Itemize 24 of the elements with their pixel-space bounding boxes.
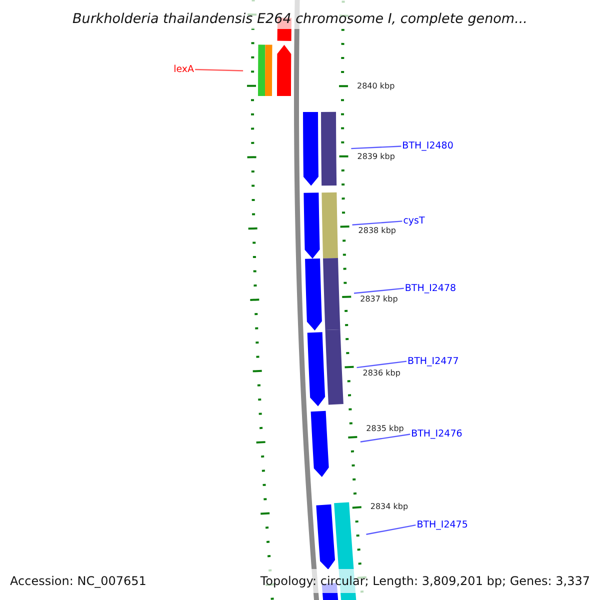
leader-line — [356, 360, 407, 368]
gene-label: lexA — [174, 64, 194, 75]
leader-line — [354, 288, 404, 294]
leader-line — [195, 68, 244, 72]
scale-label: 2837 kbp — [360, 294, 398, 304]
scale-label: 2840 kbp — [357, 82, 395, 91]
scale-label: 2835 kbp — [366, 424, 404, 434]
gene-label: cysT — [403, 216, 425, 227]
scale-label: 2838 kbp — [358, 226, 396, 236]
scale-label: 2834 kbp — [370, 502, 408, 512]
gene-label: BTH_I2477 — [408, 356, 459, 367]
leader-line — [352, 220, 402, 226]
gene-label: BTH_I2475 — [416, 520, 468, 531]
gene-label: BTH_I2480 — [402, 140, 454, 152]
gene-label: BTH_I2478 — [404, 282, 456, 294]
accession-text: Accession: NC_007651 — [10, 574, 146, 588]
scale-label: 2839 kbp — [357, 152, 395, 161]
gene-label: BTH_I2476 — [411, 428, 462, 440]
leader-line — [366, 524, 416, 535]
leader-line — [360, 434, 410, 442]
scale-label: 2836 kbp — [362, 368, 400, 378]
genome-summary: Topology: circular; Length: 3,809,201 bp; Genes: 3,337 — [260, 574, 590, 588]
leader-line — [351, 146, 402, 150]
map-title: Burkholderia thailandensis E264 chromosome I, complete genom... — [72, 11, 528, 27]
